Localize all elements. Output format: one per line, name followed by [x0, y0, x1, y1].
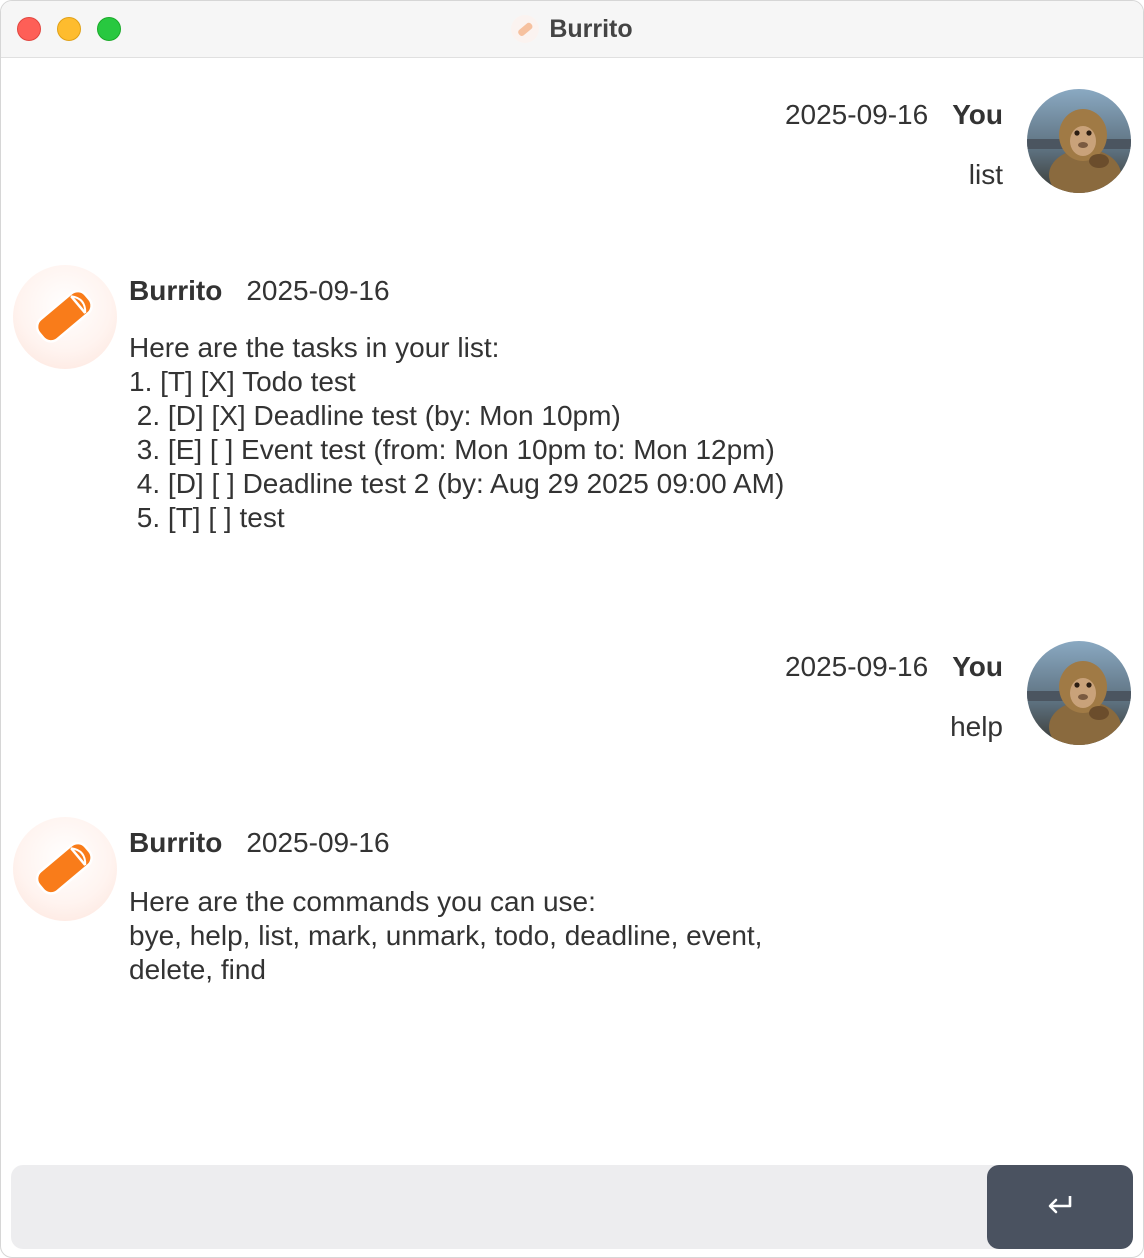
return-icon: [1045, 1193, 1075, 1222]
bot-message: Burrito 2025-09-16 Here are the tasks in …: [13, 265, 1013, 565]
burrito-app-icon: [511, 15, 540, 43]
message-line: delete, find: [129, 954, 266, 985]
message-line: Here are the commands you can use:: [129, 886, 596, 917]
send-button[interactable]: [987, 1165, 1133, 1249]
input-bar: [11, 1165, 1133, 1249]
message-header: Burrito 2025-09-16: [129, 827, 390, 859]
window-title: Burrito: [549, 14, 633, 43]
message-line: 1. [T] [X] Todo test: [129, 366, 356, 397]
sender-name: Burrito: [129, 275, 223, 306]
burrito-avatar: [13, 265, 117, 369]
message-line: Here are the tasks in your list:: [129, 332, 500, 363]
message-body: Here are the commands you can use: bye, h…: [129, 885, 762, 987]
message-date: 2025-09-16: [246, 275, 390, 306]
message-date: 2025-09-16: [784, 651, 929, 682]
message-line: 2. [D] [X] Deadline test (by: Mon 10pm): [129, 400, 621, 431]
user-avatar: [1027, 641, 1131, 745]
app-window: Burrito 2025-09-16 You list Burrito 2025…: [0, 0, 1144, 1258]
message-line: 3. [E] [ ] Event test (from: Mon 10pm to…: [129, 434, 775, 465]
title-bar: Burrito: [1, 1, 1143, 58]
message-input[interactable]: [11, 1165, 1001, 1249]
message-text: list: [968, 159, 1003, 190]
user-message: 2025-09-16 You help: [431, 641, 1131, 751]
bot-message: Burrito 2025-09-16 Here are the commands …: [13, 817, 1013, 1017]
message-body: Here are the tasks in your list: 1. [T] […: [129, 331, 784, 535]
message-line: bye, help, list, mark, unmark, todo, dea…: [129, 920, 763, 951]
window-title-group: Burrito: [1, 1, 1143, 57]
message-header: 2025-09-16 You: [785, 651, 1003, 683]
sender-name: You: [952, 651, 1003, 682]
message-line: 4. [D] [ ] Deadline test 2 (by: Aug 29 2…: [129, 468, 785, 499]
sender-name: Burrito: [129, 827, 223, 858]
message-line: 5. [T] [ ] test: [129, 502, 285, 533]
user-message: 2025-09-16 You list: [431, 89, 1131, 199]
message-header: Burrito 2025-09-16: [129, 275, 390, 307]
burrito-avatar: [13, 817, 117, 921]
sender-name: You: [952, 99, 1003, 130]
message-header: 2025-09-16 You: [785, 99, 1003, 131]
message-text: help: [950, 711, 1003, 742]
user-avatar: [1027, 89, 1131, 193]
message-date: 2025-09-16: [784, 99, 929, 130]
message-date: 2025-09-16: [246, 827, 390, 858]
